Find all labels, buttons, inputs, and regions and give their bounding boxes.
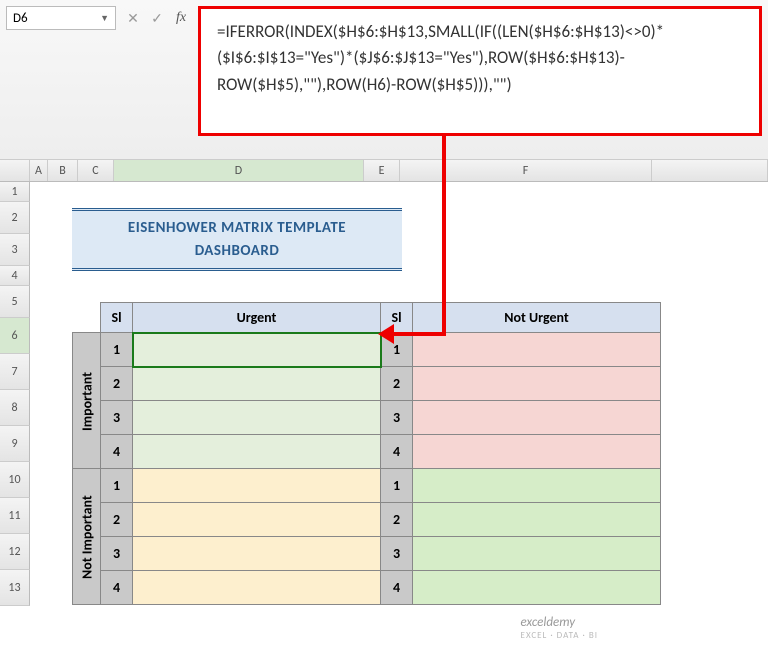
column-headers: A B C D E F (0, 160, 768, 182)
cell-not-urgent-important[interactable] (413, 367, 661, 401)
header-sl: Sl (101, 303, 133, 333)
watermark: exceldemy EXCEL · DATA · BI (521, 615, 598, 641)
cancel-icon[interactable]: ✕ (122, 7, 144, 29)
cell-urgent-important[interactable] (133, 401, 381, 435)
label-not-important: Not Important (73, 469, 101, 605)
sl-num: 2 (101, 367, 133, 401)
formula-text: =IFERROR(INDEX($H$6:$H$13,SMALL(IF((LEN(… (217, 21, 664, 95)
cell-urgent-not-important[interactable] (133, 537, 381, 571)
row-header[interactable]: 5 (0, 286, 30, 318)
sl-num: 3 (101, 401, 133, 435)
title-line2: DASHBOARD (72, 240, 402, 263)
cell-not-urgent-important[interactable] (413, 401, 661, 435)
cell-not-urgent-not-important[interactable] (413, 469, 661, 503)
formula-bar-buttons: ✕ ✓ fx (122, 6, 192, 30)
row-header[interactable]: 9 (0, 426, 30, 462)
row-header[interactable]: 8 (0, 390, 30, 426)
row-header[interactable]: 7 (0, 354, 30, 390)
callout-arrow (390, 332, 446, 336)
cell-urgent-important[interactable] (133, 435, 381, 469)
header-not-urgent: Not Urgent (413, 303, 661, 333)
col-header[interactable]: E (364, 160, 400, 181)
cell-not-urgent-important[interactable] (413, 435, 661, 469)
row-header[interactable]: 4 (0, 266, 30, 286)
select-all-corner[interactable] (0, 160, 30, 181)
eisenhower-matrix: Sl Urgent Sl Not Urgent Important 1 1 2 (72, 302, 661, 605)
label-important: Important (73, 333, 101, 469)
cell-urgent-not-important[interactable] (133, 503, 381, 537)
row-header[interactable]: 3 (0, 234, 30, 266)
col-header[interactable] (652, 160, 768, 181)
col-header[interactable]: C (78, 160, 114, 181)
callout-arrow (442, 136, 446, 332)
sl-num: 4 (101, 435, 133, 469)
sl-num: 3 (381, 537, 413, 571)
sl-num: 1 (381, 469, 413, 503)
watermark-main: exceldemy (521, 615, 576, 630)
sl-num: 2 (381, 367, 413, 401)
row-header[interactable]: 6 (0, 318, 30, 354)
cell-not-urgent-not-important[interactable] (413, 503, 661, 537)
sl-num: 1 (101, 333, 133, 367)
sl-num: 4 (101, 571, 133, 605)
name-box-value: D6 (13, 11, 28, 26)
col-header[interactable]: B (48, 160, 78, 181)
fx-icon[interactable]: fx (170, 7, 192, 29)
spreadsheet-grid: A B C D E F 1 2 3 4 5 6 7 8 9 10 11 12 1… (0, 160, 768, 606)
cell-d6-active[interactable] (133, 333, 381, 367)
title-line1: EISENHOWER MATRIX TEMPLATE (72, 217, 402, 240)
cell-not-urgent-not-important[interactable] (413, 537, 661, 571)
sl-num: 3 (101, 537, 133, 571)
watermark-sub: EXCEL · DATA · BI (521, 630, 598, 641)
row-header[interactable]: 2 (0, 202, 30, 234)
cell-not-urgent-not-important[interactable] (413, 571, 661, 605)
callout-arrow-head (378, 324, 394, 344)
confirm-icon[interactable]: ✓ (146, 7, 168, 29)
cell-not-urgent-important[interactable] (413, 333, 661, 367)
sl-num: 1 (101, 469, 133, 503)
cell-urgent-not-important[interactable] (133, 571, 381, 605)
row-header[interactable]: 12 (0, 534, 30, 570)
row-headers: 1 2 3 4 5 6 7 8 9 10 11 12 13 (0, 182, 30, 606)
header-urgent: Urgent (133, 303, 381, 333)
name-box-dropdown-icon[interactable]: ▼ (100, 13, 109, 24)
sl-num: 4 (381, 435, 413, 469)
row-header[interactable]: 11 (0, 498, 30, 534)
formula-bar-area: D6 ▼ ✕ ✓ fx =IFERROR(INDEX($H$6:$H$13,SM… (0, 0, 768, 160)
formula-bar[interactable]: =IFERROR(INDEX($H$6:$H$13,SMALL(IF((LEN(… (198, 6, 762, 136)
row-header[interactable]: 1 (0, 182, 30, 202)
row-header[interactable]: 10 (0, 462, 30, 498)
sl-num: 3 (381, 401, 413, 435)
cell-urgent-not-important[interactable] (133, 469, 381, 503)
sl-num: 2 (101, 503, 133, 537)
row-header[interactable]: 13 (0, 570, 30, 606)
col-header[interactable]: A (30, 160, 48, 181)
cell-urgent-important[interactable] (133, 367, 381, 401)
dashboard-title: EISENHOWER MATRIX TEMPLATE DASHBOARD (72, 208, 402, 271)
name-box[interactable]: D6 ▼ (6, 6, 116, 30)
cells-area[interactable]: EISENHOWER MATRIX TEMPLATE DASHBOARD Sl … (30, 182, 768, 606)
sl-num: 4 (381, 571, 413, 605)
col-header[interactable]: F (400, 160, 652, 181)
col-header[interactable]: D (114, 160, 364, 181)
sl-num: 2 (381, 503, 413, 537)
